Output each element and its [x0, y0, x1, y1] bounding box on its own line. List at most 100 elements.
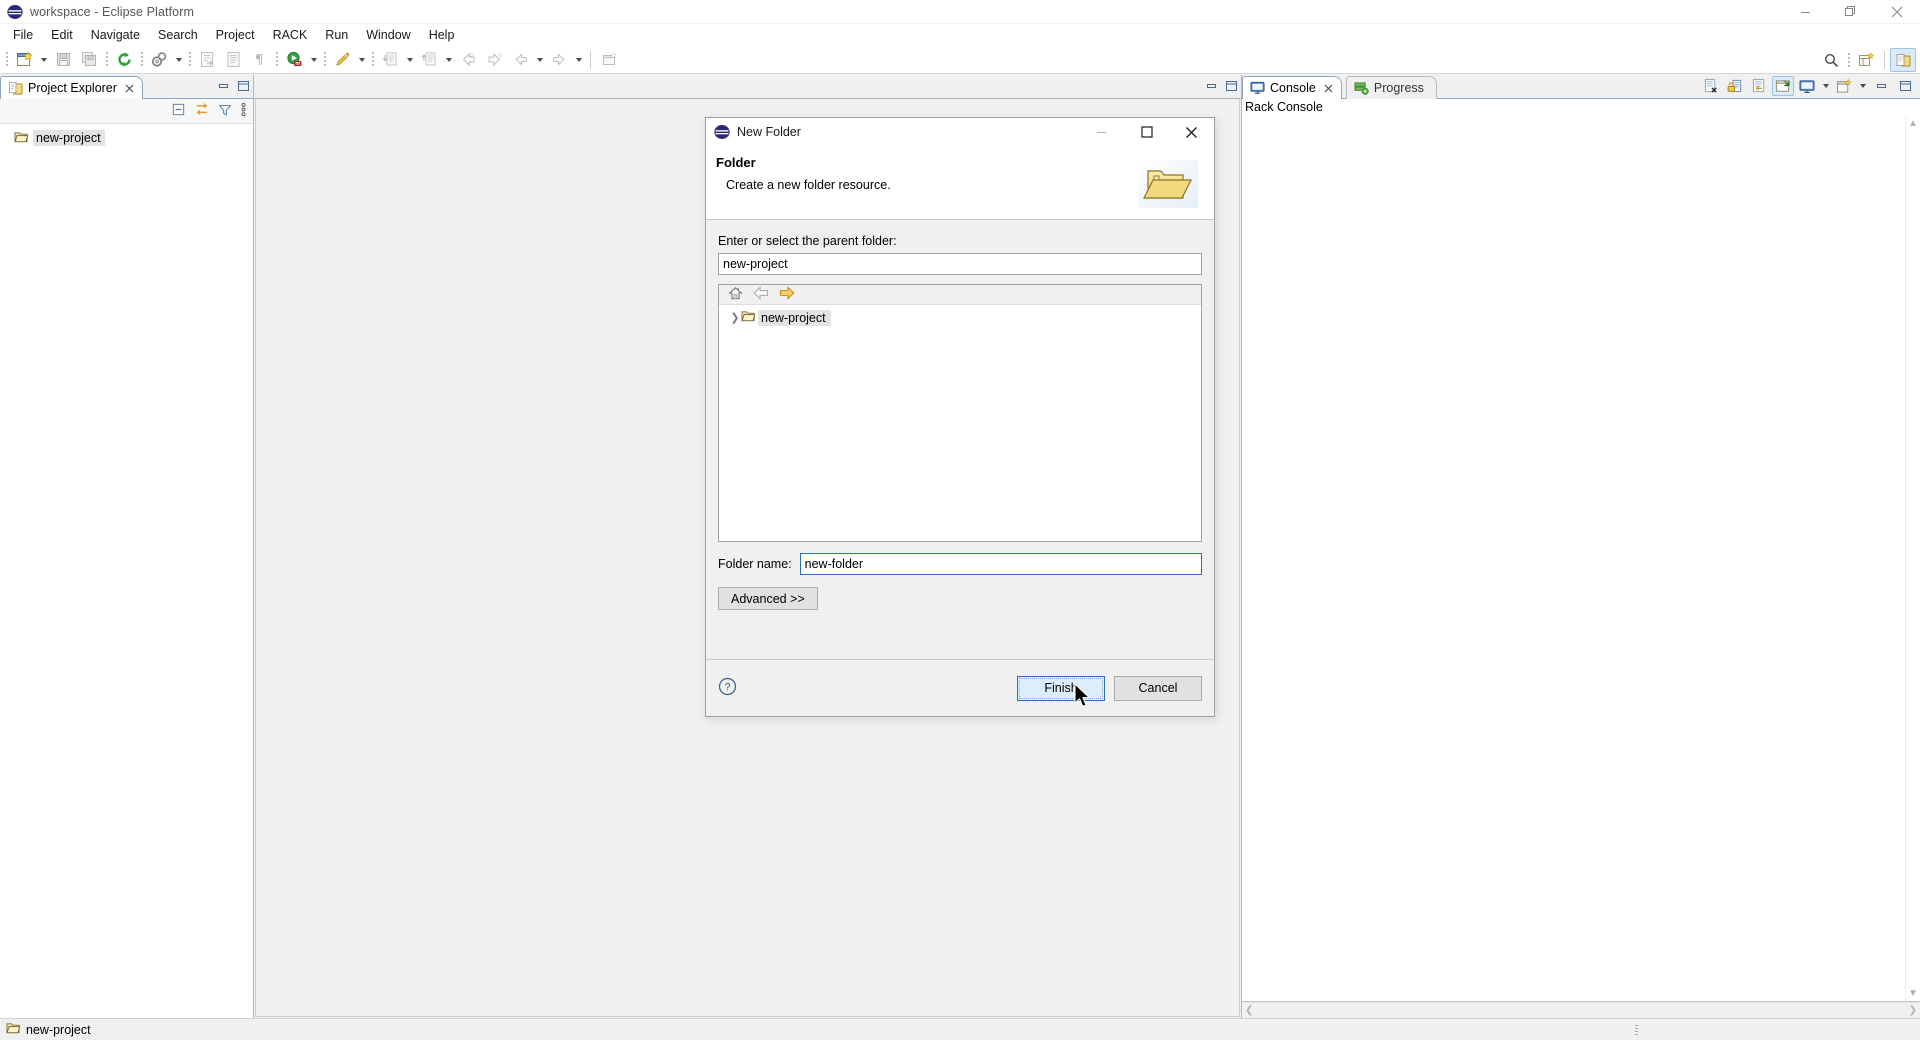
new-perspective-icon[interactable] — [1853, 48, 1879, 72]
display-selected-console-icon[interactable] — [1796, 76, 1818, 96]
forward-arrow-icon[interactable] — [779, 286, 795, 303]
resource-perspective-icon[interactable] — [1890, 48, 1916, 72]
explorer-tabbar: Project Explorer — [0, 75, 253, 99]
menu-rack[interactable]: RACK — [264, 25, 317, 45]
cancel-button[interactable]: Cancel — [1114, 675, 1202, 701]
toolbar-separator — [1844, 48, 1853, 72]
svg-text:?: ? — [724, 682, 730, 694]
menu-project[interactable]: Project — [207, 25, 264, 45]
statusbar-grip[interactable] — [1635, 1025, 1638, 1036]
profile-icon[interactable] — [329, 48, 355, 72]
minimize-icon[interactable] — [1205, 80, 1218, 95]
search-icon[interactable] — [1818, 48, 1844, 72]
editor-panel-controls — [1205, 80, 1238, 95]
help-icon[interactable]: ? — [718, 677, 737, 699]
menu-help[interactable]: Help — [420, 25, 464, 45]
maximize-icon[interactable] — [237, 80, 250, 95]
new-editor-icon — [596, 48, 622, 72]
console-icon — [1250, 81, 1265, 94]
tab-progress[interactable]: Progress — [1345, 76, 1437, 99]
back-nav-dropdown-icon[interactable] — [533, 48, 546, 72]
folder-open-icon — [741, 309, 756, 326]
window-controls — [1782, 0, 1920, 24]
menu-edit[interactable]: Edit — [42, 25, 82, 45]
menu-navigate[interactable]: Navigate — [82, 25, 149, 45]
dialog-minimize-button[interactable] — [1079, 118, 1124, 146]
console-output[interactable]: ▲ ▼ — [1242, 117, 1920, 1002]
chevron-down-icon[interactable]: ▼ — [1908, 989, 1918, 999]
statusbar-label: new-project — [26, 1022, 91, 1037]
minimize-icon[interactable] — [1870, 76, 1892, 96]
toolbar-divider — [1884, 51, 1885, 69]
word-wrap-icon[interactable] — [1748, 76, 1770, 96]
view-menu-icon[interactable] — [240, 102, 247, 120]
run-icon[interactable] — [281, 48, 307, 72]
menu-search[interactable]: Search — [149, 25, 207, 45]
profile-dropdown-icon[interactable] — [355, 48, 368, 72]
toolbar-separator — [2, 48, 11, 72]
advanced-button[interactable]: Advanced >> — [718, 587, 818, 610]
new-wizard-icon[interactable] — [11, 48, 37, 72]
forward-nav-icon — [546, 48, 572, 72]
toolbar-right-group — [1818, 46, 1916, 74]
chevron-up-icon[interactable]: ▲ — [1908, 119, 1918, 129]
console-horizontal-scrollbar[interactable]: ❮ ❯ — [1242, 1002, 1920, 1018]
close-icon[interactable] — [1322, 82, 1335, 95]
tree-item-label: new-project — [758, 309, 831, 326]
console-tabbar: Console Progress — [1242, 75, 1920, 99]
menu-file[interactable]: File — [4, 25, 42, 45]
tree-item-label: new-project — [33, 130, 105, 146]
build-dropdown-icon[interactable] — [172, 48, 185, 72]
pin-console-icon[interactable] — [1772, 76, 1794, 96]
maximize-icon[interactable] — [1894, 76, 1916, 96]
minimize-icon[interactable] — [217, 80, 230, 95]
window-close-button[interactable] — [1874, 0, 1920, 24]
tree-item-new-project[interactable]: new-project — [0, 129, 253, 147]
display-selected-console-dropdown-icon[interactable] — [1820, 76, 1831, 96]
window-title: workspace - Eclipse Platform — [30, 4, 194, 19]
tab-project-explorer[interactable]: Project Explorer — [0, 76, 143, 99]
dialog-close-button[interactable] — [1169, 118, 1214, 146]
tree-item-new-project[interactable]: ❯ new-project — [719, 308, 1201, 327]
run-dropdown-icon[interactable] — [307, 48, 320, 72]
link-with-editor-icon[interactable] — [194, 102, 210, 120]
parent-folder-label: Enter or select the parent folder: — [718, 234, 897, 248]
build-gears-icon[interactable] — [146, 48, 172, 72]
explorer-view-toolbar — [0, 99, 253, 124]
toolbar-separator — [137, 48, 146, 72]
parent-folder-input[interactable] — [718, 253, 1202, 275]
project-explorer-icon — [8, 81, 23, 95]
menu-window[interactable]: Window — [357, 25, 419, 45]
menu-run[interactable]: Run — [316, 25, 357, 45]
console-title: Rack Console — [1242, 99, 1920, 117]
refresh-icon[interactable] — [111, 48, 137, 72]
window-restore-button[interactable] — [1828, 0, 1874, 24]
console-vertical-scrollbar[interactable]: ▲ ▼ — [1905, 117, 1920, 1001]
clear-console-icon[interactable] — [1700, 76, 1722, 96]
collapse-all-icon[interactable] — [171, 102, 186, 120]
filter-icon[interactable] — [218, 103, 232, 120]
new-wizard-dropdown-icon[interactable] — [37, 48, 50, 72]
forward-nav-dropdown-icon[interactable] — [572, 48, 585, 72]
maximize-icon[interactable] — [1225, 80, 1238, 95]
scroll-lock-icon[interactable] — [1724, 76, 1746, 96]
chevron-left-icon[interactable]: ❮ — [1245, 1005, 1253, 1016]
toolbar-separator — [368, 48, 377, 72]
back-arrow-icon[interactable] — [753, 286, 769, 303]
chevron-right-icon[interactable]: ❯ — [729, 311, 741, 324]
chevron-right-icon[interactable]: ❯ — [1909, 1005, 1917, 1016]
open-console-icon[interactable] — [1833, 76, 1855, 96]
external-tools-dropdown-icon[interactable] — [442, 48, 455, 72]
parent-folder-tree[interactable]: ❯ new-project — [718, 284, 1202, 542]
toolbar-divider — [590, 50, 591, 69]
dialog-maximize-button[interactable] — [1124, 118, 1169, 146]
folder-name-input[interactable] — [799, 553, 1202, 575]
tab-console[interactable]: Console — [1242, 76, 1342, 99]
back-nav-icon — [507, 48, 533, 72]
home-icon[interactable] — [728, 286, 743, 304]
window-minimize-button[interactable] — [1782, 0, 1828, 24]
open-console-dropdown-icon[interactable] — [1857, 76, 1868, 96]
close-icon[interactable] — [123, 82, 136, 95]
debug-step-dropdown-icon[interactable] — [403, 48, 416, 72]
eclipse-logo-icon — [714, 124, 730, 140]
